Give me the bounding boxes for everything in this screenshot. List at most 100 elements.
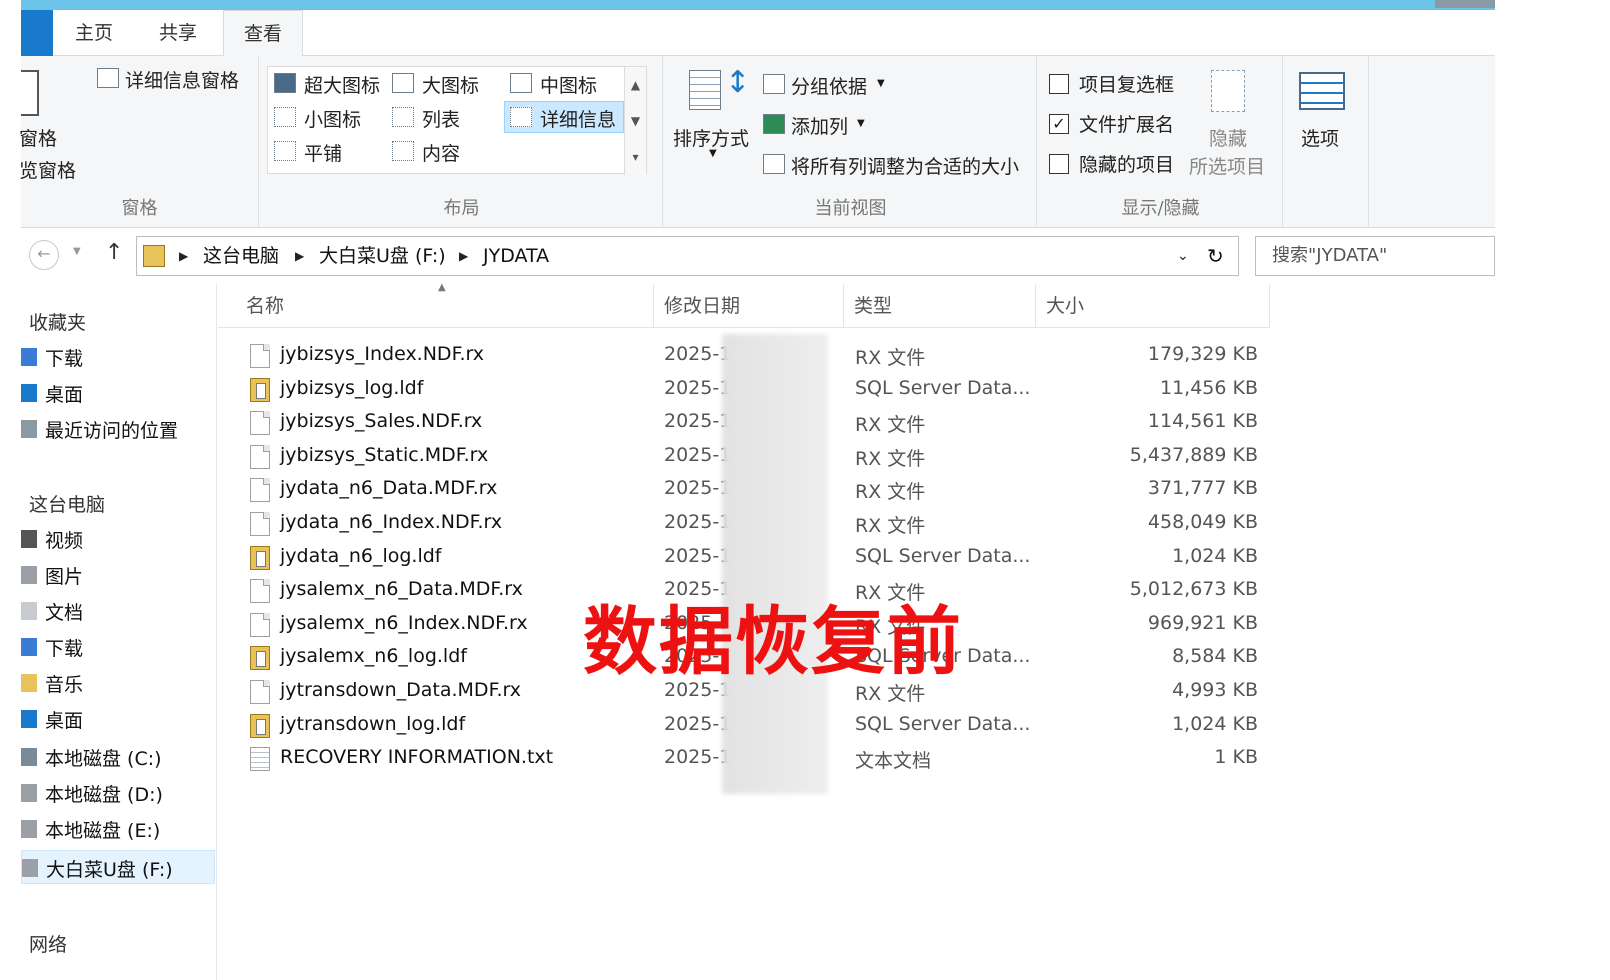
layout-medium-icons[interactable]: 中图标 — [540, 71, 597, 98]
nav-head-favorites[interactable]: 收藏夹 — [29, 308, 86, 335]
column-header-type[interactable]: 类型 — [844, 284, 1036, 328]
file-extensions-label[interactable]: 文件扩展名 — [1079, 110, 1174, 137]
details-pane-button[interactable]: 详细信息窗格 — [125, 66, 239, 93]
layout-gallery-scroll[interactable]: ▲ ▼ ▾ — [624, 67, 646, 175]
layout-small-icons[interactable]: 小图标 — [304, 105, 361, 132]
sort-by-button[interactable]: 排序方式 — [673, 124, 749, 151]
nav-item-music[interactable]: 音乐 — [21, 666, 215, 700]
address-bar[interactable]: ▶ 这台电脑 ▶ 大白菜U盘 (F:) ▶ JYDATA ⌄ ↻ — [136, 236, 1239, 276]
sort-by-dropdown-icon[interactable]: ▼ — [709, 148, 717, 159]
hide-selected-label-2[interactable]: 所选项目 — [1189, 152, 1265, 179]
size-all-columns-button[interactable]: 将所有列调整为合适的大小 — [791, 152, 1019, 179]
add-columns-dropdown-icon[interactable]: ▼ — [857, 118, 865, 129]
file-extensions-checkbox[interactable]: ✓ — [1049, 114, 1069, 134]
item-checkboxes-label[interactable]: 项目复选框 — [1079, 70, 1174, 97]
group-by-dropdown-icon[interactable]: ▼ — [877, 78, 885, 89]
refresh-icon[interactable]: ↻ — [1207, 237, 1224, 275]
file-type: 文本文档 — [855, 750, 932, 773]
nav-item-videos[interactable]: 视频 — [21, 522, 215, 556]
file-type: RX 文件 — [855, 447, 926, 470]
nav-item-drive-d[interactable]: 本地磁盘 (D:) — [21, 776, 215, 810]
breadcrumb-jydata[interactable]: JYDATA — [483, 237, 549, 275]
tab-view[interactable]: 查看 — [223, 10, 304, 57]
tab-home[interactable]: 主页 — [55, 10, 133, 56]
nav-head-this-pc[interactable]: 这台电脑 — [29, 490, 105, 517]
nav-item-documents[interactable]: 文档 — [21, 594, 215, 628]
hide-selected-label-1[interactable]: 隐藏 — [1209, 124, 1247, 151]
options-button[interactable]: 选项 — [1301, 124, 1339, 151]
file-size: 5,012,673 KB — [1129, 578, 1258, 601]
drive-icon — [21, 784, 37, 802]
layout-details[interactable]: 详细信息 — [540, 105, 616, 132]
recent-locations-icon[interactable]: ▼ — [73, 246, 81, 257]
layout-content[interactable]: 内容 — [422, 139, 460, 166]
hidden-items-checkbox[interactable] — [1049, 154, 1069, 174]
nav-item-recent-places[interactable]: 最近访问的位置 — [21, 412, 215, 446]
file-size: 5,437,889 KB — [1129, 443, 1258, 466]
breadcrumb-arrow-icon[interactable]: ▶ — [459, 237, 468, 275]
breadcrumb-drive-f[interactable]: 大白菜U盘 (F:) — [319, 237, 446, 275]
nav-item-drive-f[interactable]: 大白菜U盘 (F:) — [21, 850, 215, 884]
scroll-down-icon[interactable]: ▼ — [625, 103, 646, 139]
add-columns-icon — [763, 114, 785, 134]
file-name: jybizsys_log.ldf — [280, 376, 424, 399]
item-checkboxes-checkbox[interactable] — [1049, 74, 1069, 94]
file-icon — [250, 680, 270, 704]
column-header-date-modified[interactable]: 修改日期 — [654, 284, 844, 328]
breadcrumb-arrow-icon[interactable]: ▶ — [295, 237, 304, 275]
desktop-icon — [21, 384, 37, 402]
downloads-icon — [21, 348, 37, 366]
nav-item-pc-desktop[interactable]: 桌面 — [21, 702, 215, 736]
hidden-items-label[interactable]: 隐藏的项目 — [1079, 150, 1174, 177]
tab-share[interactable]: 共享 — [139, 10, 217, 56]
file-type: SQL Server Data... — [855, 376, 1031, 399]
nav-item-drive-c[interactable]: 本地磁盘 (C:) — [21, 740, 215, 774]
file-name: jysalemx_n6_log.ldf — [280, 645, 467, 668]
nav-item-downloads[interactable]: 下载 — [21, 340, 215, 374]
title-bar-controls[interactable] — [1435, 0, 1495, 8]
gallery-expand-icon[interactable]: ▾ — [625, 139, 646, 175]
file-type: RX 文件 — [855, 515, 926, 537]
search-box[interactable]: 搜索"JYDATA" — [1255, 236, 1495, 276]
ribbon-tabs: 主页 共享 查看 — [21, 10, 1495, 57]
column-header-name[interactable]: 名称 — [218, 284, 654, 328]
nav-item-pictures[interactable]: 图片 — [21, 558, 215, 592]
layout-extra-large-icons[interactable]: 超大图标 — [304, 71, 380, 98]
drive-icon — [21, 820, 37, 838]
column-header-size[interactable]: 大小 — [1036, 284, 1270, 328]
navigation-pane-icon[interactable] — [21, 70, 39, 116]
ribbon-group-panes: 窗格 览窗格 详细信息窗格 窗格 — [19, 56, 259, 228]
file-size: 1,024 KB — [1172, 712, 1258, 735]
group-by-button[interactable]: 分组依据 — [791, 72, 867, 99]
breadcrumb-this-pc[interactable]: 这台电脑 — [203, 237, 279, 275]
preview-pane-button[interactable]: 览窗格 — [19, 156, 76, 183]
nav-item-pc-downloads[interactable]: 下载 — [21, 630, 215, 664]
navigation-pane-button[interactable]: 窗格 — [19, 124, 57, 151]
breadcrumb-arrow-icon[interactable]: ▶ — [179, 237, 188, 275]
file-size: 8,584 KB — [1172, 645, 1258, 668]
file-name: jybizsys_Sales.NDF.rx — [280, 410, 483, 433]
file-tab[interactable] — [21, 10, 53, 56]
add-columns-button[interactable]: 添加列 — [791, 112, 848, 139]
up-icon[interactable]: ↑ — [105, 240, 123, 265]
layout-list[interactable]: 列表 — [422, 105, 460, 132]
layout-tiles[interactable]: 平铺 — [304, 139, 342, 166]
large-icons-icon — [392, 73, 414, 93]
options-icon[interactable] — [1299, 72, 1345, 110]
layout-large-icons[interactable]: 大图标 — [422, 71, 479, 98]
redaction-blur — [722, 334, 828, 794]
nav-item-desktop[interactable]: 桌面 — [21, 376, 215, 410]
address-history-dropdown-icon[interactable]: ⌄ — [1177, 237, 1189, 275]
database-file-icon — [250, 646, 270, 671]
scroll-up-icon[interactable]: ▲ — [625, 67, 646, 103]
back-icon[interactable]: ← — [29, 240, 59, 270]
sort-by-icon[interactable] — [689, 70, 721, 110]
address-toolbar: ← ▼ ↑ ▶ 这台电脑 ▶ 大白菜U盘 (F:) ▶ JYDATA ⌄ ↻ 搜… — [21, 230, 1495, 282]
file-name: jybizsys_Static.MDF.rx — [280, 443, 489, 466]
nav-item-drive-e[interactable]: 本地磁盘 (E:) — [21, 812, 215, 846]
file-type: RX 文件 — [855, 414, 926, 437]
hide-selected-icon[interactable] — [1211, 70, 1245, 112]
nav-head-network[interactable]: 网络 — [29, 930, 67, 957]
file-icon — [250, 411, 270, 436]
layout-gallery: 超大图标 大图标 中图标 小图标 列表 详细信息 平铺 内容 ▲ ▼ ▾ — [267, 66, 647, 175]
